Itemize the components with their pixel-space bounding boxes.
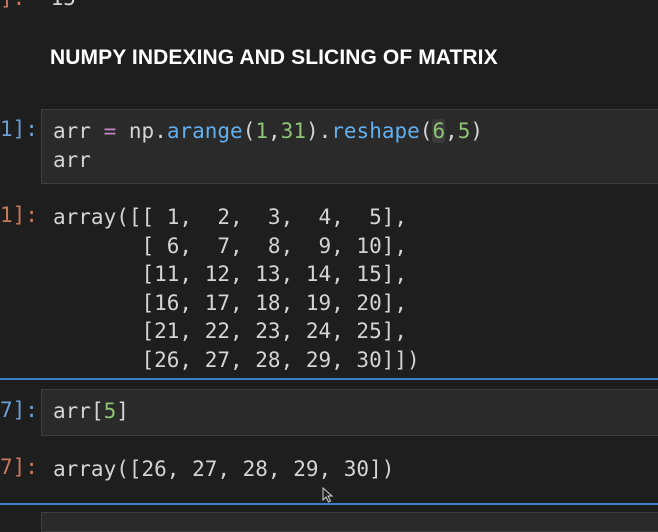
output-line: [11, 12, 13, 14, 15], — [53, 262, 408, 286]
output-line: [16, 17, 18, 19, 20], — [53, 290, 408, 315]
previous-output: ]: 15 — [0, 0, 76, 10]
active-cell-indicator — [0, 378, 658, 380]
cell2-code: arr[5] — [53, 397, 658, 426]
code-token: ] — [116, 399, 129, 423]
cell1-out-prompt: 1]: — [0, 203, 38, 227]
cell2-output: array([26, 27, 28, 29, 30]) — [53, 455, 394, 484]
code-token: , — [268, 119, 281, 143]
cell2-in-prompt: 7]: — [0, 398, 38, 422]
code-token: [ — [90, 399, 104, 423]
previous-out-prompt: ]: — [0, 0, 25, 10]
code-token: ) — [470, 119, 484, 143]
code-token: ( — [419, 119, 433, 143]
code-token: arr — [53, 399, 91, 423]
code-token: 6 — [432, 119, 446, 143]
output-line: array([26, 27, 28, 29, 30]) — [53, 457, 395, 481]
code-token: 5 — [457, 119, 471, 143]
mouse-pointer-icon — [322, 487, 334, 503]
code-token: np. — [128, 119, 167, 143]
output-line: [26, 27, 28, 29, 30]]) — [53, 347, 420, 372]
cell1-code: arr = np.arange(1,31).reshape(6,5) arr — [53, 117, 658, 174]
output-line: array([[ 1, 2, 3, 4, 5], — [53, 205, 408, 229]
code-token: arr — [53, 119, 91, 143]
markdown-heading: NUMPY INDEXING AND SLICING OF MATRIX — [50, 46, 498, 69]
code-token: , — [445, 119, 458, 143]
active-cell-indicator-bottom — [0, 503, 658, 505]
cell2-code-editor[interactable]: arr[5] — [41, 389, 658, 436]
previous-output-value: 15 — [51, 0, 76, 10]
code-token: arange — [166, 119, 243, 143]
code-token: = — [103, 119, 117, 143]
cell2-out-prompt: 7]: — [0, 455, 38, 479]
code-token: arr — [53, 147, 91, 172]
next-cell-editor[interactable] — [41, 512, 658, 532]
code-token: reshape — [331, 119, 420, 143]
code-token: ( — [242, 119, 256, 143]
code-token: ). — [305, 119, 332, 143]
code-token: 5 — [103, 399, 117, 423]
output-line: [ 6, 7, 8, 9, 10], — [53, 233, 408, 258]
code-token: 1 — [255, 119, 269, 143]
cell1-in-prompt: 1]: — [0, 117, 38, 141]
code-token: 31 — [280, 119, 306, 143]
output-line: [21, 22, 23, 24, 25], — [53, 319, 408, 343]
cell1-code-editor[interactable]: arr = np.arange(1,31).reshape(6,5) arr — [41, 109, 658, 184]
cell1-output: array([[ 1, 2, 3, 4, 5], [ 6, 7, 8, 9, 1… — [53, 203, 420, 374]
